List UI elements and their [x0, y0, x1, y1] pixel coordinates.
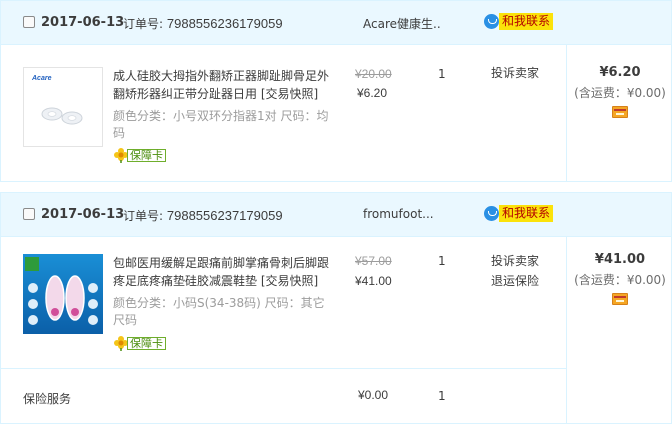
order-number: 订单号: 7988556236179059 [123, 15, 283, 32]
order-date: 2017-06-13 [41, 207, 125, 222]
order-total: ¥6.20 (含运费：¥0.00) [567, 65, 672, 121]
shop-name-link[interactable]: Acare健康生.. [363, 15, 441, 32]
order-number-label: 订单号: [123, 209, 164, 223]
order-select-checkbox[interactable] [23, 208, 35, 220]
order-total-amount: ¥41.00 [594, 252, 646, 267]
insurance-service-label: 保险服务 [23, 392, 72, 406]
quantity: 1 [438, 254, 446, 268]
toe-separator-product-image: Acare [24, 68, 102, 146]
shipping-fee: (含运费：¥0.00) [574, 86, 666, 100]
original-price: ¥20.00 [355, 67, 392, 81]
order-select-checkbox[interactable] [23, 16, 35, 28]
trade-snapshot-link[interactable]: [交易快照] [261, 274, 318, 288]
wangwang-chat-icon [484, 206, 499, 221]
complain-seller-link[interactable]: 投诉卖家 [491, 63, 539, 83]
order-date: 2017-06-13 [41, 15, 125, 30]
credit-card-icon[interactable] [612, 293, 628, 305]
return-shipping-insurance-link[interactable]: 退运保险 [491, 271, 539, 291]
guarantee-card-label: 保障卡 [127, 337, 166, 350]
complain-seller-link[interactable]: 投诉卖家 [491, 251, 539, 271]
quantity: 1 [438, 67, 446, 81]
insurance-price: ¥0.00 [358, 388, 389, 402]
order-number-label: 订单号: [123, 17, 164, 31]
credit-card-icon[interactable] [612, 106, 628, 118]
order-card: 2017-06-13 订单号: 7988556237179059 fromufo… [0, 192, 672, 424]
original-price: ¥57.00 [355, 254, 392, 268]
order-header: 2017-06-13 订单号: 7988556237179059 fromufo… [1, 193, 671, 237]
order-number-value: 7988556236179059 [166, 16, 283, 31]
product-spec: 颜色分类：小码S(34-38码) 尺码：其它尺码 [113, 296, 325, 327]
product-thumbnail[interactable]: Acare [23, 67, 103, 147]
shipping-fee: (含运费：¥0.00) [574, 273, 666, 287]
paid-price: ¥6.20 [357, 86, 388, 100]
paid-price: ¥41.00 [355, 274, 392, 288]
divider [1, 368, 566, 369]
order-total: ¥41.00 (含运费：¥0.00) [567, 252, 672, 308]
order-card: 2017-06-13 订单号: 7988556236179059 Acare健康… [0, 0, 672, 182]
brand-logo: Acare [31, 75, 52, 82]
insurance-quantity: 1 [438, 389, 446, 403]
contact-seller-label: 和我联系 [499, 205, 554, 222]
insole-product-image [23, 254, 103, 334]
guarantee-card-label: 保障卡 [127, 149, 166, 162]
order-total-amount: ¥6.20 [599, 65, 641, 80]
trade-snapshot-link[interactable]: [交易快照] [261, 87, 318, 101]
product-title-link[interactable]: 成人硅胶大拇指外翻矫正器脚趾脚骨足外翻矫形器纠正带分趾器日用 [交易快照] [113, 67, 335, 103]
product-thumbnail[interactable] [23, 254, 103, 334]
shop-name-link[interactable]: fromufoot... [363, 207, 434, 221]
product-title-link[interactable]: 包邮医用缓解足跟痛前脚掌痛骨刺后脚跟疼足底疼痛垫硅胶减震鞋垫 [交易快照] [113, 254, 335, 290]
order-number: 订单号: 7988556237179059 [123, 207, 283, 224]
product-spec: 颜色分类：小号双环分指器1对 尺码：均码 [113, 109, 329, 140]
order-header: 2017-06-13 订单号: 7988556236179059 Acare健康… [1, 1, 671, 45]
order-number-value: 7988556237179059 [166, 208, 283, 223]
wangwang-chat-icon [484, 14, 499, 29]
contact-seller-label: 和我联系 [499, 13, 554, 30]
